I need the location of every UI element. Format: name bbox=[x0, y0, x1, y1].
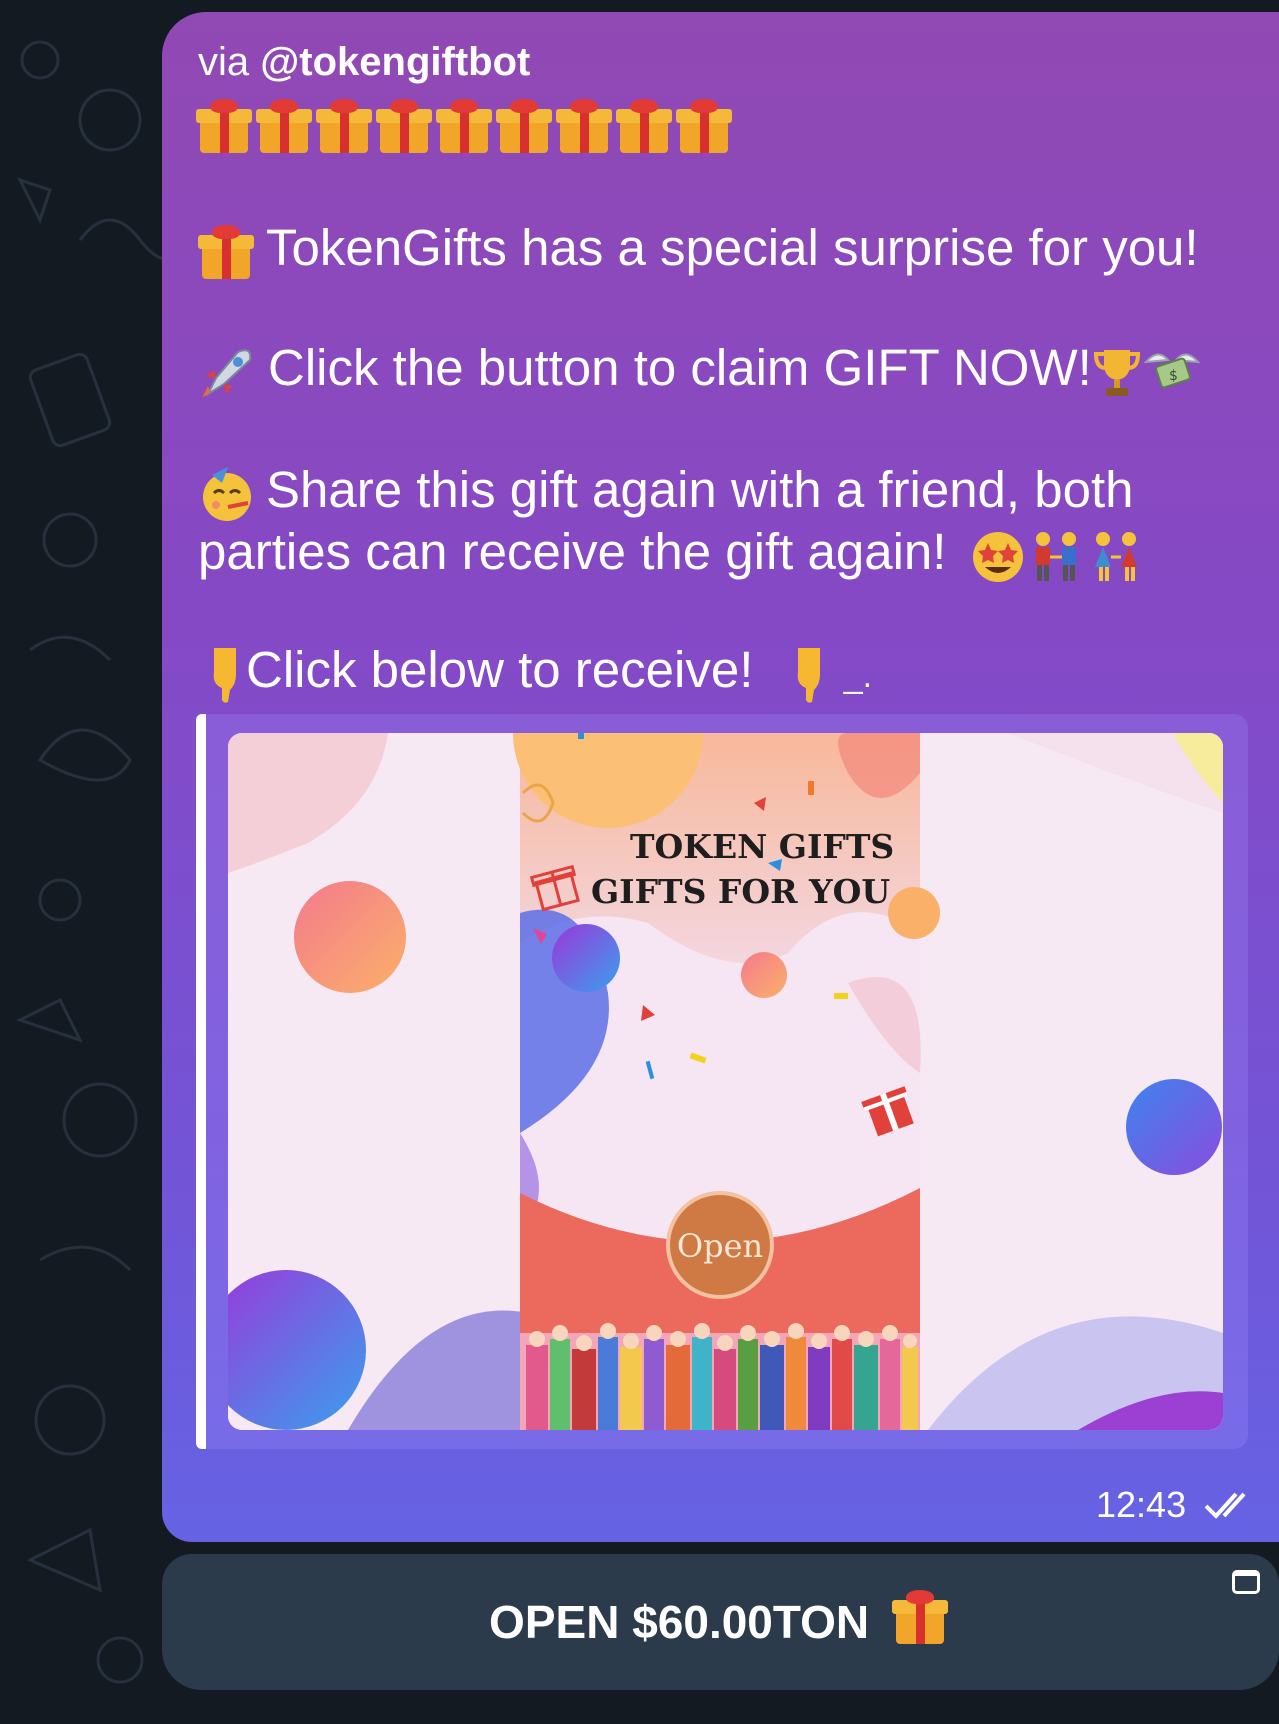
preview-illustration: TOKEN GIFTS GIFTS FOR YOU Open bbox=[228, 733, 1223, 1430]
gift-emoji-icon bbox=[316, 99, 372, 154]
message-line-receive: Click below to receive! _. bbox=[198, 640, 872, 706]
point-down-emoji-icon bbox=[213, 647, 236, 703]
link-open-icon bbox=[1232, 1570, 1260, 1594]
surprise-text: TokenGifts has a special surprise for yo… bbox=[266, 219, 1199, 276]
message-line-claim: Click the button to claim GIFT NOW! $ bbox=[198, 338, 1202, 400]
point-down-emoji-icon bbox=[797, 647, 820, 703]
claim-text: Click the button to claim GIFT NOW! bbox=[268, 339, 1092, 396]
gift-emoji-icon bbox=[496, 99, 552, 154]
svg-text:$: $ bbox=[1169, 368, 1178, 384]
women-holding-hands-emoji-icon bbox=[1094, 531, 1137, 581]
open-gift-button-text: OPEN $60.00TON bbox=[489, 1596, 870, 1648]
via-bot-line: via @tokengiftbot bbox=[198, 40, 530, 84]
trophy-emoji-icon bbox=[1093, 349, 1140, 396]
gift-emoji-icon bbox=[436, 99, 492, 154]
gift-emoji-icon bbox=[556, 99, 612, 154]
preview-title-line2: GIFTS FOR YOU bbox=[591, 872, 890, 911]
gift-emoji-icon bbox=[676, 99, 732, 154]
receive-text: Click below to receive! bbox=[246, 641, 754, 698]
message-time: 12:43 bbox=[1096, 1484, 1187, 1525]
open-gift-button[interactable]: OPEN $60.00TON bbox=[162, 1554, 1279, 1690]
rocket-emoji-icon bbox=[202, 348, 252, 398]
double-check-icon bbox=[1204, 1492, 1246, 1519]
open-gift-button-label: OPEN $60.00TON bbox=[162, 1554, 1279, 1690]
via-prefix: via bbox=[198, 40, 250, 84]
gift-emoji-icon bbox=[616, 99, 672, 154]
gift-emoji-icon bbox=[376, 99, 432, 154]
money-with-wings-emoji-icon: $ bbox=[1143, 353, 1201, 388]
preview-open-button: Open bbox=[677, 1227, 763, 1265]
share-text-line1: Share this gift again with a friend, bot… bbox=[266, 461, 1134, 518]
partying-face-emoji-icon bbox=[203, 466, 251, 521]
link-preview-accent-bar bbox=[196, 714, 206, 1449]
crowd-illustration bbox=[520, 1323, 920, 1430]
gift-emoji-row bbox=[196, 96, 736, 154]
center-gift-panel: TOKEN GIFTS GIFTS FOR YOU Open bbox=[513, 733, 940, 1430]
message-line-surprise: TokenGifts has a special surprise for yo… bbox=[198, 218, 1199, 279]
message-line-share-2: parties can receive the gift again! bbox=[198, 522, 1147, 585]
preview-title-line1: TOKEN GIFTS bbox=[630, 827, 894, 866]
bot-username-link[interactable]: @tokengiftbot bbox=[260, 40, 530, 84]
gift-emoji-icon bbox=[198, 224, 254, 279]
link-preview-image[interactable]: TOKEN GIFTS GIFTS FOR YOU Open bbox=[228, 733, 1223, 1430]
people-holding-hands-emoji-icon bbox=[1035, 531, 1076, 581]
gift-emoji-icon bbox=[891, 1590, 948, 1644]
message-line-share: Share this gift again with a friend, bot… bbox=[198, 460, 1134, 523]
gift-emoji-icon bbox=[196, 99, 252, 154]
gift-emoji-icon bbox=[256, 99, 312, 154]
star-struck-emoji-icon bbox=[972, 531, 1023, 582]
share-text-line2: parties can receive the gift again! bbox=[198, 523, 947, 580]
receive-tail: _. bbox=[843, 657, 873, 695]
